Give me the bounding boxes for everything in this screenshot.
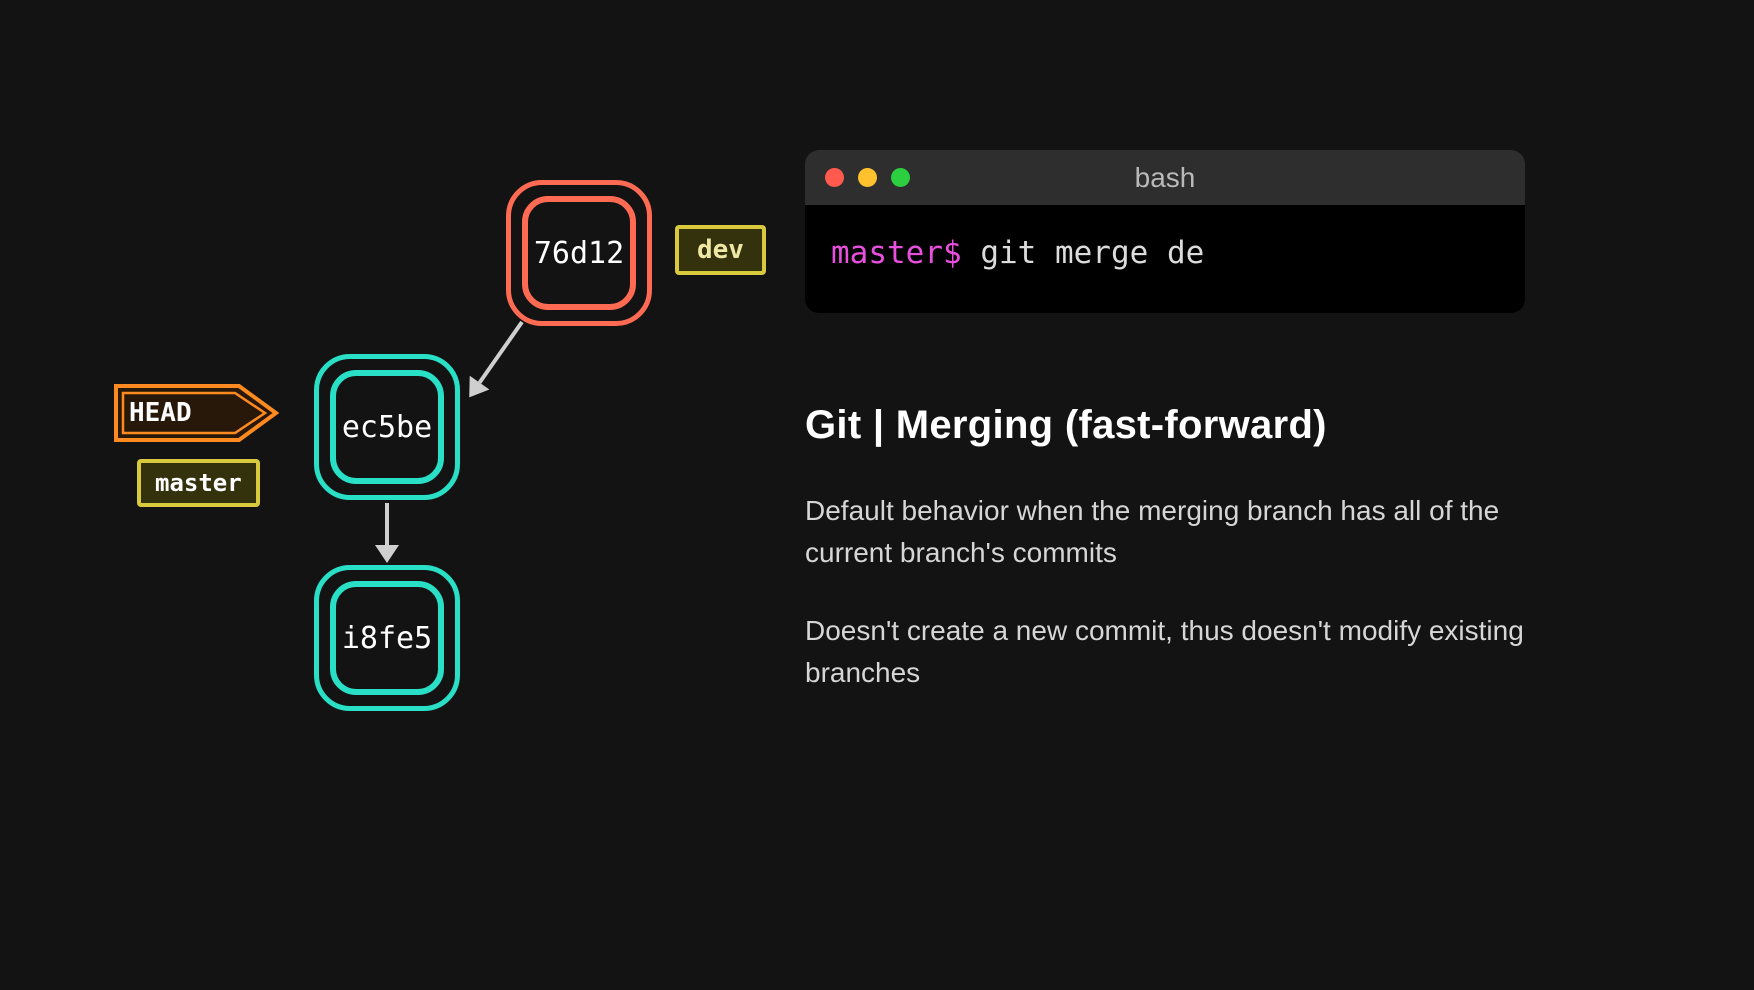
terminal-command: git merge de	[980, 235, 1204, 271]
head-label: HEAD	[129, 398, 192, 428]
terminal-body[interactable]: master$ git merge de	[805, 205, 1525, 313]
minimize-icon[interactable]	[858, 168, 877, 187]
commit-node-top: 76d12	[506, 180, 652, 326]
traffic-lights	[825, 168, 910, 187]
terminal-titlebar: bash	[805, 150, 1525, 205]
commit-hash: i8fe5	[330, 581, 444, 695]
paragraph-2: Doesn't create a new commit, thus doesn'…	[805, 610, 1525, 694]
terminal-title: bash	[1135, 162, 1196, 194]
head-pointer: HEAD	[113, 383, 279, 443]
description: Default behavior when the merging branch…	[805, 490, 1525, 694]
maximize-icon[interactable]	[891, 168, 910, 187]
arrow-top-to-middle	[459, 315, 531, 404]
git-diagram: 76d12 dev ec5be HEAD master i8fe5	[0, 0, 760, 990]
page-title: Git | Merging (fast-forward)	[805, 403, 1525, 448]
close-icon[interactable]	[825, 168, 844, 187]
arrow-middle-to-bottom	[375, 503, 399, 563]
commit-hash: 76d12	[522, 196, 636, 310]
commit-node-middle: ec5be	[314, 354, 460, 500]
terminal-prompt: master$	[831, 235, 962, 271]
paragraph-1: Default behavior when the merging branch…	[805, 490, 1525, 574]
commit-node-bottom: i8fe5	[314, 565, 460, 711]
info-panel: bash master$ git merge de Git | Merging …	[805, 150, 1525, 694]
terminal-window: bash master$ git merge de	[805, 150, 1525, 313]
branch-tag-master: master	[137, 459, 260, 507]
branch-tag-dev: dev	[675, 225, 766, 275]
commit-hash: ec5be	[330, 370, 444, 484]
